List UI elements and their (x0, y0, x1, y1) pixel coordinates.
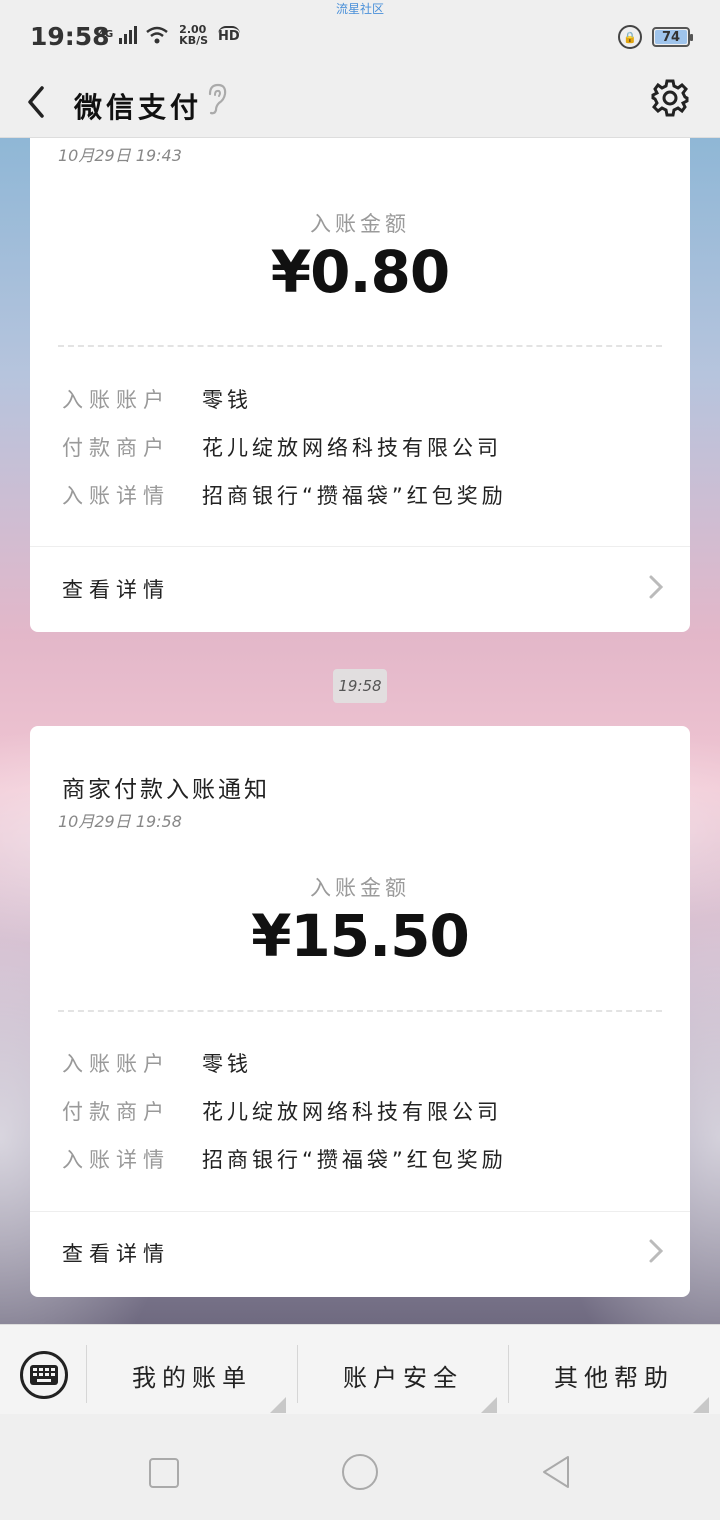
back-arrow-icon[interactable] (22, 82, 52, 122)
notification-card-1: 10月29日 19:43 入账金额 ¥0.80 入账账户 零钱 付款商户 花儿绽… (30, 138, 690, 632)
row-value: 招商银行“攒福袋”红包奖励 (202, 484, 507, 508)
gear-icon[interactable] (650, 78, 690, 118)
status-icons: 4G 2.00 KB/S HD (98, 24, 240, 46)
menu-separator (86, 1345, 87, 1403)
bottom-menu: 我的账单 账户安全 其他帮助 (0, 1324, 720, 1414)
dashed-divider (58, 345, 662, 347)
row-label: 入账详情 (62, 484, 170, 508)
home-icon[interactable] (342, 1454, 378, 1490)
menu-separator (508, 1345, 509, 1403)
row-value: 零钱 (202, 388, 252, 412)
detail-row: 付款商户 花儿绽放网络科技有限公司 (62, 432, 502, 462)
row-value: 花儿绽放网络科技有限公司 (202, 1100, 502, 1124)
chevron-right-icon[interactable] (648, 574, 664, 600)
page-title: 微信支付 (74, 91, 203, 124)
submenu-indicator (693, 1397, 709, 1413)
system-back-icon[interactable] (540, 1454, 572, 1490)
rotation-lock-icon: 🔒 (618, 25, 642, 49)
row-label: 入账账户 (62, 1052, 170, 1076)
detail-row: 入账详情 招商银行“攒福袋”红包奖励 (62, 1144, 507, 1174)
row-label: 付款商户 (62, 1100, 170, 1124)
amount-value: ¥15.50 (251, 902, 470, 970)
menu-my-bills[interactable]: 我的账单 (88, 1345, 296, 1405)
menu-separator (297, 1345, 298, 1403)
keyboard-glyph (30, 1365, 58, 1385)
speed-unit: KB/S (179, 34, 209, 47)
submenu-indicator (481, 1397, 497, 1413)
signal-icon (119, 26, 138, 44)
menu-other-help[interactable]: 其他帮助 (510, 1345, 718, 1405)
chevron-right-icon[interactable] (648, 1238, 664, 1264)
status-bar: 流星社区 19:58 4G 2.00 KB/S HD 🔒 74 (0, 0, 720, 70)
wifi-icon (146, 26, 168, 44)
network-speed: 2.00 KB/S (179, 24, 208, 46)
row-value: 招商银行“攒福袋”红包奖励 (202, 1148, 507, 1172)
amount-value: ¥0.80 (270, 238, 450, 306)
recent-apps-icon[interactable] (149, 1458, 179, 1488)
hd-icon: HD (218, 26, 240, 44)
card-title: 商家付款入账通知 (62, 777, 270, 803)
detail-row: 入账账户 零钱 (62, 384, 252, 414)
dashed-divider (58, 1010, 662, 1012)
detail-row: 入账详情 招商银行“攒福袋”红包奖励 (62, 480, 507, 510)
battery-icon: 74 (652, 27, 693, 47)
menu-account-security[interactable]: 账户安全 (299, 1345, 507, 1405)
detail-row: 入账账户 零钱 (62, 1048, 252, 1078)
submenu-indicator (270, 1397, 286, 1413)
row-label: 入账账户 (62, 388, 170, 412)
view-details-link[interactable]: 查看详情 (62, 574, 170, 604)
battery-level: 74 (655, 30, 687, 45)
system-nav-bar (0, 1414, 720, 1520)
keyboard-icon[interactable] (20, 1351, 68, 1399)
row-value: 花儿绽放网络科技有限公司 (202, 436, 502, 460)
status-right: 🔒 74 (618, 25, 693, 49)
view-details-link[interactable]: 查看详情 (62, 1238, 170, 1268)
card-divider (30, 1211, 690, 1212)
card-time: 10月29日 19:58 (58, 812, 182, 831)
detail-row: 付款商户 花儿绽放网络科技有限公司 (62, 1096, 502, 1126)
card-time: 10月29日 19:43 (58, 146, 182, 165)
nav-bar: 微信支付 (0, 70, 720, 138)
amount-label: 入账金额 (310, 212, 410, 236)
amount-label: 入账金额 (310, 876, 410, 900)
message-timestamp: 19:58 (333, 669, 387, 703)
status-center-text: 流星社区 (335, 2, 384, 16)
ear-icon[interactable] (204, 82, 228, 116)
row-label: 入账详情 (62, 1148, 170, 1172)
card-divider (30, 546, 690, 547)
notification-card-2: 商家付款入账通知 10月29日 19:58 入账金额 ¥15.50 入账账户 零… (30, 726, 690, 1297)
row-value: 零钱 (202, 1052, 252, 1076)
network-type: 4G (98, 29, 114, 40)
row-label: 付款商户 (62, 436, 170, 460)
